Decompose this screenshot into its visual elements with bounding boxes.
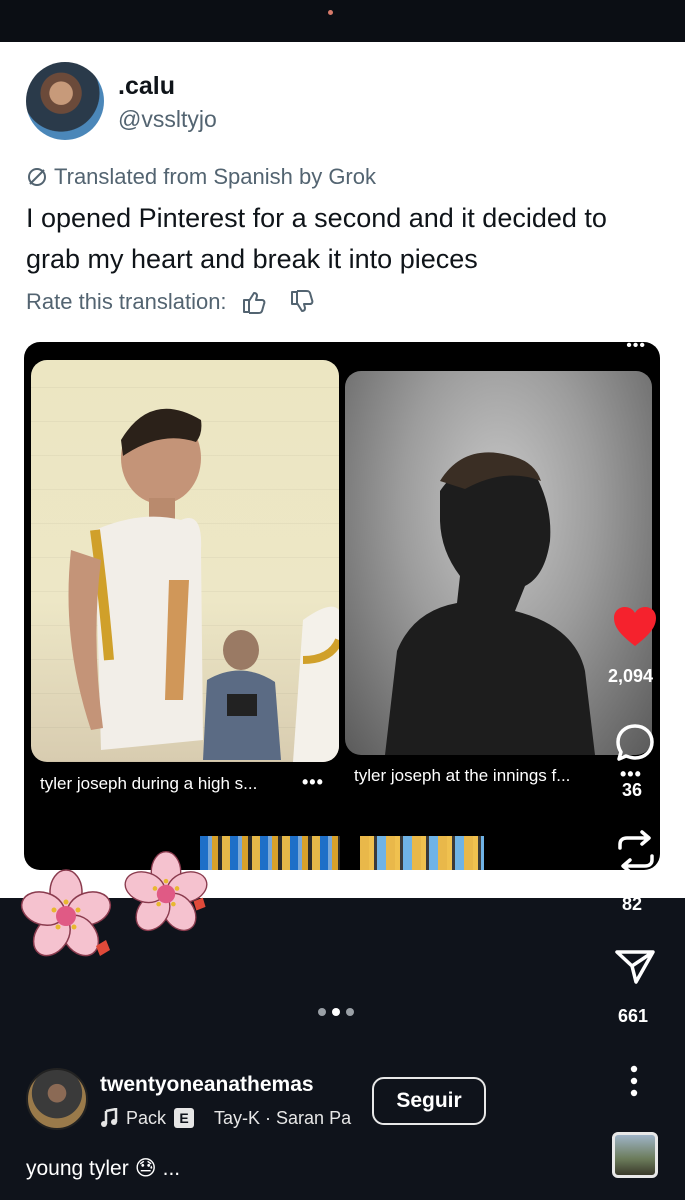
repost-icon[interactable] xyxy=(612,828,660,876)
more-vertical-icon[interactable] xyxy=(622,1064,646,1098)
basketball-player-figure xyxy=(68,408,339,762)
rate-translation-row: Rate this translation: xyxy=(26,286,315,318)
share-count: 661 xyxy=(618,1006,649,1026)
cherry-blossom-sticker-left xyxy=(20,869,112,957)
pager-dot[interactable] xyxy=(318,1008,326,1016)
camera-dot xyxy=(328,10,333,15)
thumbs-up-icon[interactable] xyxy=(241,289,267,315)
post-caption[interactable]: young tyler 😓 ... xyxy=(26,1156,180,1181)
caption-more[interactable]: ... xyxy=(163,1157,181,1181)
top-status-strip xyxy=(0,0,685,42)
pin-image-strip-left xyxy=(200,836,340,870)
pager-dot-active[interactable] xyxy=(332,1008,340,1016)
tweet-handle: @vssltyjo xyxy=(118,106,217,132)
tweet-media-box[interactable]: ••• tyler joseph during a high s... ••• … xyxy=(24,342,660,870)
music-note-icon xyxy=(101,1108,118,1127)
music-artist: Tay-K · Saran Pa xyxy=(214,1107,352,1128)
send-arrow-icon[interactable] xyxy=(614,946,656,986)
carousel-pager xyxy=(318,1008,354,1016)
tiktok-post-screen: .calu @vssltyjo Translated from Spanish … xyxy=(0,0,685,1200)
pin-caption-right: tyler joseph at the innings f... xyxy=(354,766,571,785)
pin-image-silhouette[interactable] xyxy=(345,371,652,755)
pin-left-more-dots[interactable]: ••• xyxy=(302,772,324,793)
explicit-badge: E xyxy=(174,1108,195,1128)
cherry-blossom-sticker-right xyxy=(124,850,208,932)
pin-image-basketball[interactable] xyxy=(31,360,339,762)
silhouette-figure xyxy=(385,452,595,755)
heart-icon[interactable] xyxy=(612,606,658,648)
follow-button[interactable]: Seguir xyxy=(372,1077,486,1125)
comment-count: 36 xyxy=(622,780,643,800)
like-count: 2,094 xyxy=(608,666,654,686)
caption-emoji: 😓 xyxy=(134,1157,157,1180)
translate-slash-icon xyxy=(28,168,46,186)
creator-username[interactable]: twentyoneanathemas xyxy=(100,1073,314,1097)
caption-text: young tyler xyxy=(26,1156,129,1180)
creator-avatar[interactable] xyxy=(26,1068,88,1130)
thumbs-down-icon[interactable] xyxy=(289,289,315,315)
tweet-body: I opened Pinterest for a second and it d… xyxy=(26,203,607,274)
pager-dot[interactable] xyxy=(346,1008,354,1016)
translation-note: Translated from Spanish by Grok xyxy=(26,162,376,192)
translation-label: Translated from Spanish by Grok xyxy=(54,164,376,189)
comment-bubble-icon[interactable] xyxy=(614,722,656,764)
repost-count: 82 xyxy=(622,894,643,914)
music-track: Pack xyxy=(126,1107,167,1128)
tweet-display-name: .calu xyxy=(118,72,175,100)
rate-translation-label: Rate this translation: xyxy=(26,289,227,314)
pin-caption-left: tyler joseph during a high s... xyxy=(40,774,258,793)
pin-image-strip-right xyxy=(360,836,484,870)
music-row[interactable]: Pack E Tay-K · Saran Pa xyxy=(100,1106,358,1130)
media-more-dots[interactable]: ••• xyxy=(626,342,646,354)
tweet-avatar xyxy=(26,62,104,140)
sound-thumbnail[interactable] xyxy=(612,1132,658,1178)
